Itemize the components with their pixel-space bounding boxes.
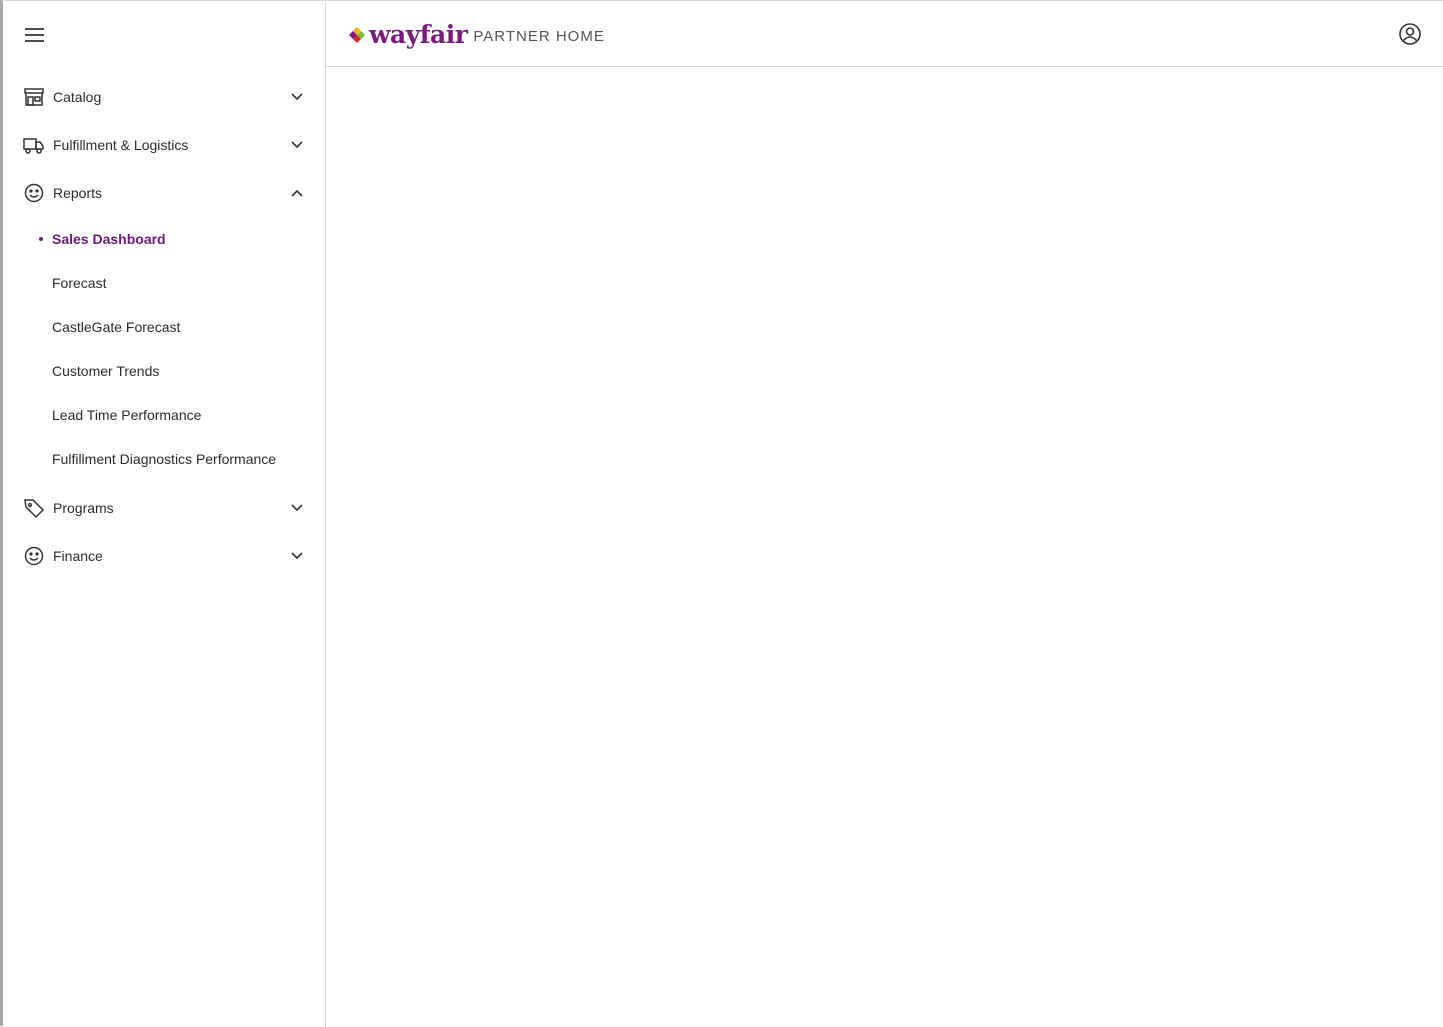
- top-header: wayfair PARTNER HOME: [326, 2, 1443, 67]
- logo-wordmark: wayfair: [369, 20, 468, 49]
- sidebar-item-label: Fulfillment & Logistics: [53, 137, 189, 153]
- sidebar-item-fulfillment-logistics[interactable]: Fulfillment & Logistics: [6, 125, 326, 165]
- main-content: [326, 68, 1443, 1027]
- chevron-down-icon[interactable]: [290, 501, 304, 515]
- sidebar: Catalog Fulfillment & Logistics Reports …: [6, 2, 326, 1027]
- sidebar-subitem-fulfillment-diagnostics-performance[interactable]: Fulfillment Diagnostics Performance: [6, 441, 326, 477]
- chevron-up-icon[interactable]: [290, 186, 304, 200]
- sidebar-subitem-sales-dashboard[interactable]: Sales Dashboard: [6, 221, 326, 257]
- sidebar-subitem-forecast[interactable]: Forecast: [6, 265, 326, 301]
- sidebar-subitem-label: Lead Time Performance: [52, 407, 202, 423]
- sidebar-subitem-customer-trends[interactable]: Customer Trends: [6, 353, 326, 389]
- tag-icon: [23, 497, 45, 519]
- sidebar-subitem-label: Customer Trends: [52, 363, 160, 379]
- chevron-down-icon[interactable]: [290, 549, 304, 563]
- sidebar-subitem-castlegate-forecast[interactable]: CastleGate Forecast: [6, 309, 326, 345]
- chevron-down-icon[interactable]: [290, 138, 304, 152]
- sidebar-item-finance[interactable]: Finance: [6, 536, 326, 576]
- smiley-icon: [23, 182, 45, 204]
- account-icon[interactable]: [1398, 22, 1422, 46]
- sidebar-item-catalog[interactable]: Catalog: [6, 77, 326, 117]
- sidebar-subitem-label: Fulfillment Diagnostics Performance: [52, 451, 277, 467]
- sidebar-item-label: Finance: [53, 548, 103, 564]
- active-indicator: [39, 237, 43, 241]
- sidebar-subitem-label: CastleGate Forecast: [52, 319, 181, 335]
- smiley-icon: [23, 545, 45, 567]
- app-window: Catalog Fulfillment & Logistics Reports …: [0, 0, 1443, 1027]
- sidebar-item-label: Catalog: [53, 89, 102, 105]
- sidebar-subitem-label: Forecast: [52, 275, 107, 291]
- sidebar-item-reports[interactable]: Reports: [6, 173, 326, 213]
- sidebar-subitem-lead-time-performance[interactable]: Lead Time Performance: [6, 397, 326, 433]
- chevron-down-icon[interactable]: [290, 90, 304, 104]
- wayfair-pinwheel-icon: [348, 26, 366, 44]
- logo-subtitle: PARTNER HOME: [473, 28, 605, 45]
- sidebar-item-programs[interactable]: Programs: [6, 488, 326, 528]
- sidebar-item-label: Reports: [53, 185, 103, 201]
- menu-icon[interactable]: [24, 24, 46, 46]
- wayfair-logo[interactable]: wayfair PARTNER HOME: [348, 20, 605, 50]
- truck-icon: [23, 134, 45, 156]
- sidebar-subitem-label: Sales Dashboard: [52, 231, 166, 247]
- store-icon: [23, 86, 45, 108]
- sidebar-item-label: Programs: [53, 500, 114, 516]
